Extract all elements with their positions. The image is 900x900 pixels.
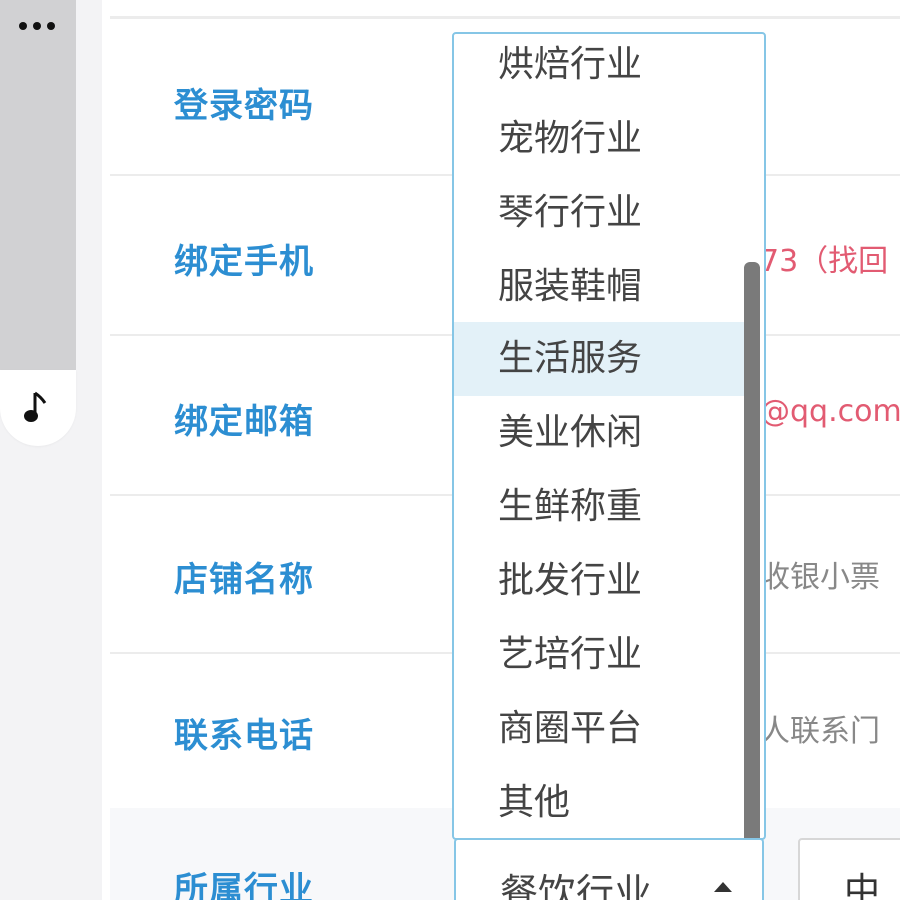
divider [110,16,900,19]
dropdown-scrollbar[interactable] [744,38,760,838]
industry-dropdown-list[interactable]: 烘焙行业 宠物行业 琴行行业 服装鞋帽 生活服务 美业休闲 生鲜称重 批发行业 … [452,32,766,840]
caret-up-icon [714,882,732,892]
dropdown-option[interactable]: 批发行业 [454,544,744,618]
field-label: 所属行业 [174,870,314,900]
more-dot [19,22,27,30]
left-rail [0,0,102,900]
dropdown-option[interactable]: 商圈平台 [454,692,744,766]
field-label: 登录密码 [174,86,314,126]
more-icon[interactable] [14,14,60,38]
side-panel [0,0,76,388]
field-value: 人联系门 [760,714,880,749]
page-root: 登录密码 绑定手机 73（找回 绑定邮箱 @qq.com 店铺名称 收银小票 联… [0,0,900,900]
dropdown-option[interactable]: 美业休闲 [454,396,744,470]
dropdown-option[interactable]: 生鲜称重 [454,470,744,544]
field-value: 73（找回 [760,244,889,279]
industry-select[interactable]: 餐饮行业 [454,838,764,900]
field-label: 绑定手机 [174,242,314,282]
music-note-icon [23,391,53,425]
dropdown-option[interactable]: 烘焙行业 [454,34,744,102]
scrollbar-thumb[interactable] [744,262,760,838]
industry-selected-value: 餐饮行业 [500,871,653,900]
field-label: 联系电话 [174,716,314,756]
music-button[interactable] [0,370,76,446]
field-label: 店铺名称 [174,560,314,600]
field-value: @qq.com [760,394,900,429]
field-label: 绑定邮箱 [174,402,314,442]
dropdown-option[interactable]: 宠物行业 [454,102,744,176]
more-dot [33,22,41,30]
next-field-text: 中 [844,871,881,900]
dropdown-option-highlighted[interactable]: 生活服务 [454,322,744,396]
dropdown-option[interactable]: 琴行行业 [454,176,744,250]
more-dot [47,22,55,30]
dropdown-option[interactable]: 服装鞋帽 [454,250,744,324]
next-field-box[interactable]: 中 [798,838,900,900]
dropdown-option[interactable]: 艺培行业 [454,618,744,692]
dropdown-option[interactable]: 其他 [454,766,744,838]
field-value: 收银小票 [760,560,880,595]
